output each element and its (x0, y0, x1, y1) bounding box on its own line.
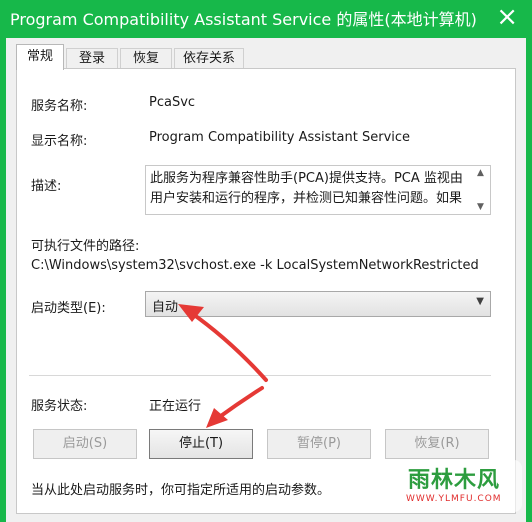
watermark-url: WWW.YLMFU.COM (406, 494, 502, 504)
tab-general[interactable]: 常规 (16, 44, 64, 70)
watermark: 雨林木风 WWW.YLMFU.COM (398, 460, 522, 512)
annotation-arrows (178, 304, 268, 428)
arrow-to-startup-type (178, 304, 268, 382)
watermark-logo: 雨林木风 (408, 468, 501, 493)
arrow-to-stop-button (206, 386, 264, 428)
